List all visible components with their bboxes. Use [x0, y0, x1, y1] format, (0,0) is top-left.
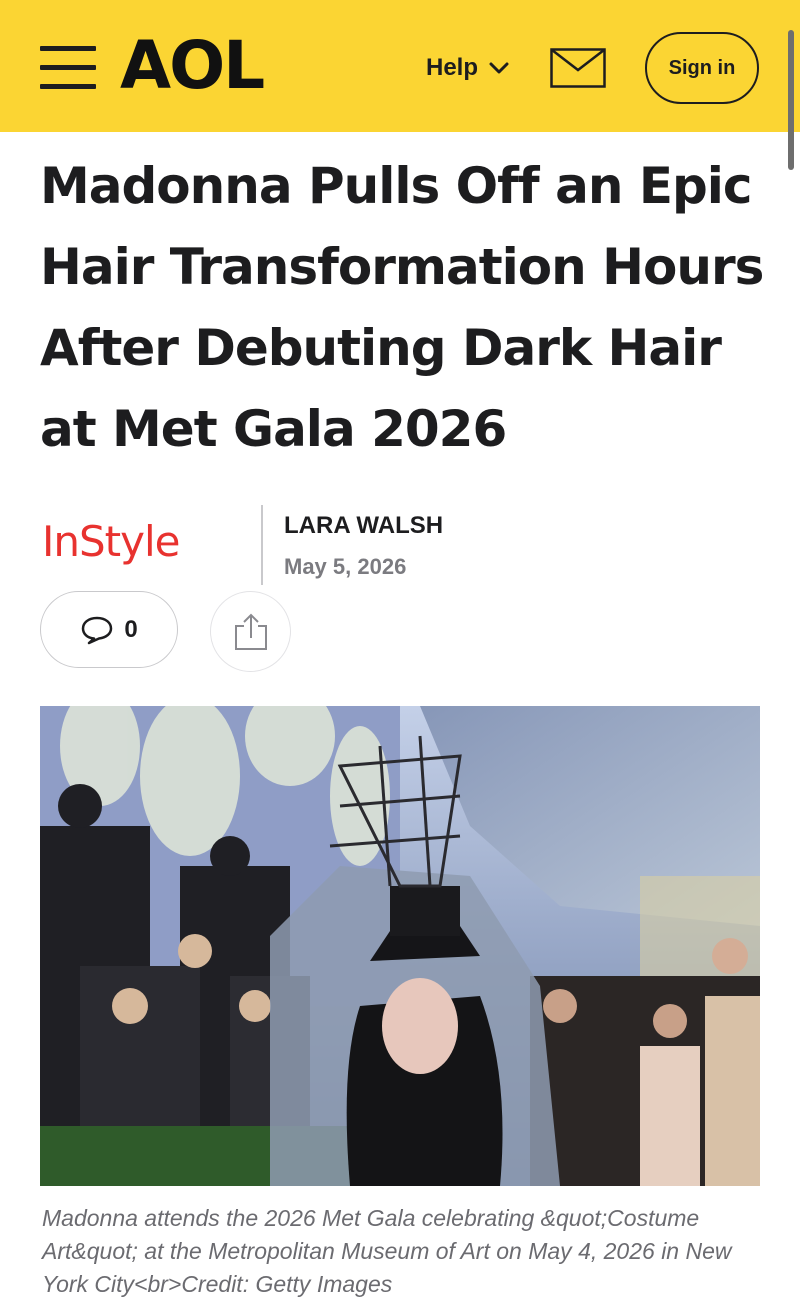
hamburger-menu-icon[interactable]	[40, 46, 96, 90]
article-hero-image[interactable]	[40, 706, 760, 1186]
author-name[interactable]: LARA WALSH	[284, 512, 443, 540]
chevron-down-icon	[489, 62, 509, 74]
article-title: Madonna Pulls Off an Epic Hair Transform…	[40, 157, 764, 458]
site-header: AOL Help Sign in	[0, 0, 800, 132]
scrollbar[interactable]	[788, 30, 794, 170]
byline-divider	[261, 505, 263, 585]
help-label: Help	[426, 54, 479, 81]
comment-count: 0	[124, 615, 138, 643]
share-button[interactable]	[210, 591, 291, 672]
help-dropdown[interactable]: Help	[426, 48, 510, 88]
source-logo[interactable]: InStyle	[42, 514, 180, 570]
speech-bubble-icon	[82, 616, 113, 644]
comments-button[interactable]: 0	[40, 591, 178, 668]
aol-logo[interactable]: AOL	[120, 30, 265, 102]
publish-date: May 5, 2026	[284, 554, 407, 579]
share-upload-icon	[234, 613, 267, 650]
sign-in-button[interactable]: Sign in	[645, 32, 759, 104]
madonna-photo	[40, 706, 760, 1186]
mail-envelope-icon[interactable]	[550, 48, 606, 88]
image-caption: Madonna attends the 2026 Met Gala celebr…	[42, 1205, 732, 1297]
